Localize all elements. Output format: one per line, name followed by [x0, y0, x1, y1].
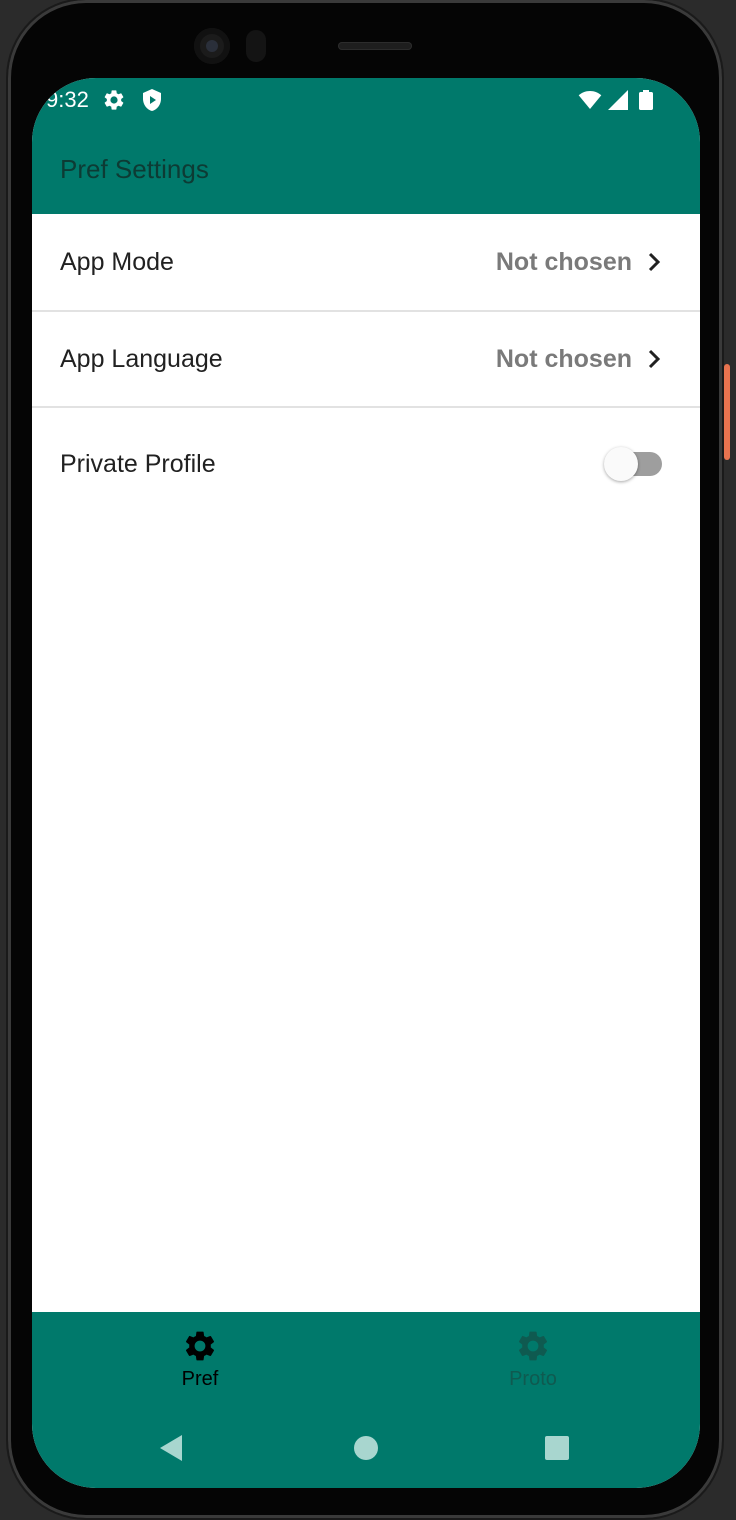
private-profile-switch[interactable] — [604, 447, 662, 481]
nav-item-pref[interactable]: Pref — [120, 1328, 280, 1392]
page-title: Pref Settings — [60, 154, 209, 184]
switch-thumb — [604, 447, 638, 481]
power-button[interactable] — [724, 364, 730, 460]
pref-app-language[interactable]: App Language Not chosen — [32, 312, 700, 406]
gear-icon — [515, 1328, 551, 1364]
gear-icon — [182, 1328, 218, 1364]
app-bar: 9:32 Pref Settings — [32, 78, 700, 214]
pref-app-mode[interactable]: App Mode Not chosen — [32, 214, 700, 310]
nav-item-proto[interactable]: Proto — [453, 1328, 613, 1392]
earpiece-speaker — [338, 42, 412, 50]
status-time: 9:32 — [46, 87, 89, 112]
pref-label: App Language — [60, 345, 223, 373]
home-button[interactable] — [353, 1435, 379, 1461]
pref-label: Private Profile — [60, 450, 216, 478]
front-camera — [194, 28, 230, 64]
nav-label-pref: Pref — [181, 1368, 219, 1390]
shield-icon — [140, 88, 164, 112]
back-button[interactable] — [158, 1434, 184, 1462]
battery-icon — [634, 88, 658, 112]
proximity-sensor — [246, 30, 266, 62]
pref-private-profile[interactable]: Private Profile — [32, 408, 700, 520]
chevron-right-icon — [644, 250, 664, 274]
pref-value: Not chosen — [495, 248, 632, 276]
screen: 9:32 Pref Settings App Mode Not chosen A… — [32, 78, 700, 1488]
bottom-navigation: Pref Proto — [32, 1312, 700, 1488]
nav-label-proto: Proto — [509, 1368, 557, 1390]
chevron-right-icon — [644, 347, 664, 371]
gear-icon — [102, 88, 126, 112]
wifi-icon — [578, 88, 602, 112]
pref-label: App Mode — [60, 248, 174, 276]
pref-value: Not chosen — [495, 345, 632, 373]
recents-button[interactable] — [544, 1435, 570, 1461]
signal-icon — [606, 88, 630, 112]
